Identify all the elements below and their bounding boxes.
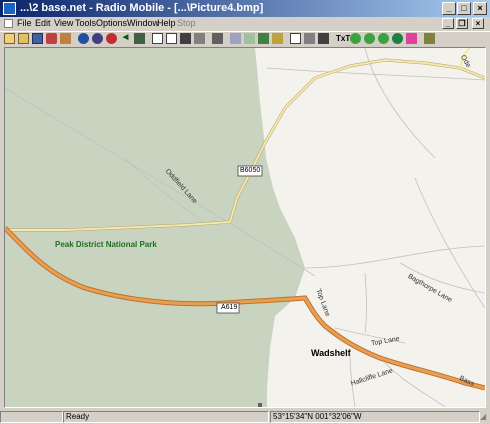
status-bar: Ready 53°15'34"N 001°32'06"W ◢ bbox=[0, 410, 490, 424]
radio-mobile-app-icon[interactable] bbox=[3, 2, 16, 15]
network-properties-icon[interactable] bbox=[46, 33, 57, 44]
label-wadshelf: Wadshelf bbox=[311, 348, 351, 358]
print-icon[interactable] bbox=[212, 33, 223, 44]
menu-tools[interactable]: Tools bbox=[75, 17, 96, 30]
child-window-icon[interactable] bbox=[4, 19, 13, 28]
globe-icon[interactable] bbox=[92, 33, 103, 44]
child-close-button[interactable]: × bbox=[472, 18, 484, 29]
world-icon[interactable] bbox=[78, 33, 89, 44]
map-view[interactable]: B6050 A619 Peak District National Park O… bbox=[4, 47, 486, 408]
toolbar: ◄ TxT bbox=[0, 31, 490, 46]
merge-pictures-icon[interactable] bbox=[272, 33, 283, 44]
minimize-button[interactable]: _ bbox=[442, 2, 456, 15]
close-button[interactable]: × bbox=[473, 2, 487, 15]
merge-icon[interactable] bbox=[134, 33, 145, 44]
route-coverage-icon[interactable] bbox=[392, 33, 403, 44]
label-park: Peak District National Park bbox=[55, 240, 157, 249]
open-picture-icon[interactable] bbox=[166, 33, 177, 44]
title-bar: ...\2 base.net - Radio Mobile - [...\Pic… bbox=[0, 0, 490, 17]
zoom-icon[interactable] bbox=[304, 33, 315, 44]
status-coordinates: 53°15'34"N 001°32'06"W bbox=[270, 411, 480, 423]
app-window: ...\2 base.net - Radio Mobile - [...\Pic… bbox=[0, 0, 490, 424]
menu-file[interactable]: File bbox=[17, 17, 32, 30]
map-canvas[interactable] bbox=[5, 48, 485, 407]
fit-window-icon[interactable] bbox=[290, 33, 301, 44]
menu-help[interactable]: Help bbox=[157, 17, 176, 30]
open-folder-icon[interactable] bbox=[18, 33, 29, 44]
settings-icon[interactable] bbox=[424, 33, 435, 44]
polar-coverage-icon[interactable] bbox=[364, 33, 375, 44]
style-icon[interactable] bbox=[258, 33, 269, 44]
new-picture-icon[interactable] bbox=[152, 33, 163, 44]
menu-options[interactable]: Options bbox=[96, 17, 127, 30]
text-tool-icon[interactable]: TxT bbox=[336, 33, 350, 44]
menu-view[interactable]: View bbox=[54, 17, 73, 30]
child-restore-button[interactable]: ❐ bbox=[456, 18, 468, 29]
radio-link-icon[interactable] bbox=[350, 33, 361, 44]
menu-edit[interactable]: Edit bbox=[35, 17, 51, 30]
status-panel-empty bbox=[0, 411, 63, 423]
map-properties-icon[interactable] bbox=[60, 33, 71, 44]
zoom-extents-icon[interactable] bbox=[318, 33, 329, 44]
menu-stop: Stop bbox=[177, 18, 196, 28]
child-minimize-button[interactable]: _ bbox=[442, 18, 454, 29]
save-icon[interactable] bbox=[32, 33, 43, 44]
menu-bar: File Edit View Tools Options Window Help… bbox=[0, 17, 490, 30]
stop-circle-icon[interactable] bbox=[106, 33, 117, 44]
save-picture-icon[interactable] bbox=[180, 33, 191, 44]
paste-icon[interactable] bbox=[244, 33, 255, 44]
cartesian-coverage-icon[interactable] bbox=[378, 33, 389, 44]
maximize-button[interactable]: □ bbox=[457, 2, 471, 15]
picture-properties-icon[interactable] bbox=[194, 33, 205, 44]
label-b6050: B6050 bbox=[240, 167, 261, 174]
village-marker bbox=[258, 403, 262, 407]
window-title: ...\2 base.net - Radio Mobile - [...\Pic… bbox=[20, 2, 264, 14]
label-a619: A619 bbox=[221, 304, 238, 311]
arrow-left-icon[interactable]: ◄ bbox=[120, 33, 131, 44]
menu-window[interactable]: Window bbox=[127, 17, 159, 30]
new-network-icon[interactable] bbox=[4, 33, 15, 44]
copy-icon[interactable] bbox=[230, 33, 241, 44]
status-text: Ready bbox=[63, 411, 269, 423]
resize-grip-icon[interactable]: ◢ bbox=[480, 412, 489, 422]
visual-display-icon[interactable] bbox=[406, 33, 417, 44]
